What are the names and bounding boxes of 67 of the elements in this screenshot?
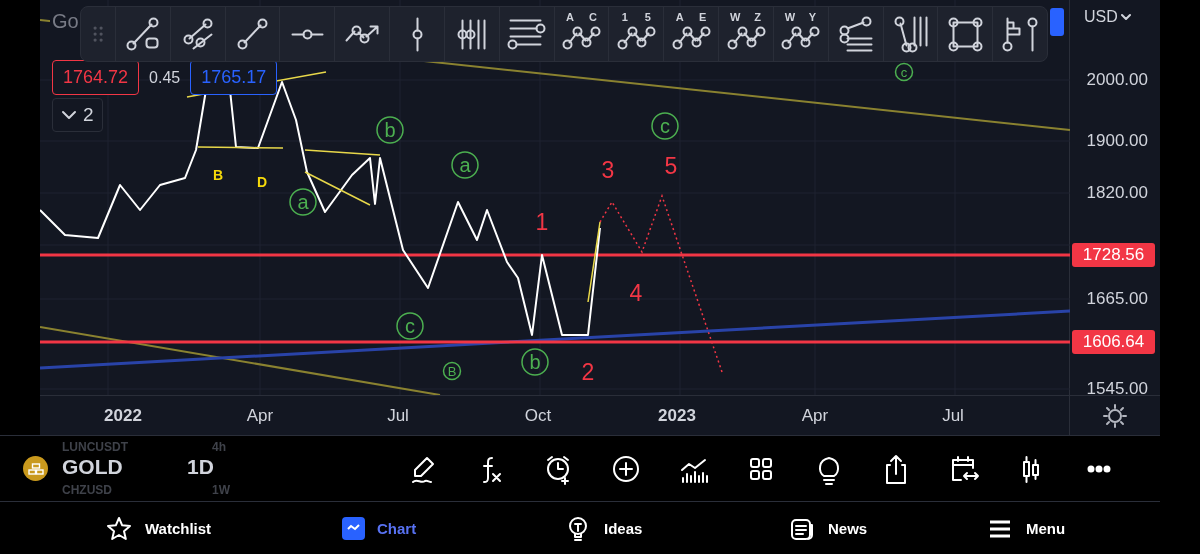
settings-icon[interactable] (1102, 402, 1128, 429)
trend-line-icon (125, 16, 161, 52)
time-label: Jul (387, 405, 409, 426)
price-label: 1900.00 (1086, 131, 1148, 151)
wave-label: 3 (601, 157, 615, 183)
wave-label: 5 (664, 153, 678, 179)
time-label: 2023 (658, 405, 696, 426)
wave-label: 2 (581, 359, 595, 385)
indicators-toggle[interactable]: 2 (52, 98, 103, 132)
time-label: Apr (246, 405, 274, 426)
spread-value: 0.45 (149, 68, 181, 87)
horizontal-line-icon (289, 27, 325, 41)
rectangle-icon (946, 15, 984, 53)
price-label: 1665.00 (1086, 289, 1148, 309)
wave-icon (561, 25, 603, 51)
symbol-option[interactable]: GOLD 1D (23, 456, 272, 481)
wave-label: c (651, 112, 679, 140)
star-icon (105, 514, 133, 543)
vertical-lines-icon (456, 17, 488, 51)
horizontal-lines-icon (506, 17, 548, 51)
vertical-line-icon (410, 15, 424, 53)
fib-lines-icon (837, 15, 874, 53)
nav-tab[interactable]: Chart (342, 517, 564, 540)
nav-tab[interactable]: News (788, 514, 986, 543)
wave-label: D (256, 174, 268, 190)
time-label: Apr (801, 405, 829, 426)
wave-label: 1 (535, 209, 549, 235)
ray-line-icon (236, 17, 270, 51)
path-arrow-icon (344, 23, 381, 45)
nav-tab[interactable]: Watchlist (105, 514, 342, 543)
price-tag: 1728.56 (1072, 243, 1155, 267)
buy-price-button[interactable]: 1765.17 (190, 60, 278, 95)
price-label: 1820.00 (1086, 183, 1148, 203)
wave-label: b (376, 116, 404, 144)
chevron-icon (61, 110, 77, 120)
wave-icon (615, 25, 657, 51)
wave-label: 4 (629, 280, 643, 306)
wave-label: B (212, 167, 224, 183)
cycle-lines-icon (892, 14, 929, 54)
chart-icon (342, 517, 365, 540)
sell-price-button[interactable]: 1764.72 (52, 60, 140, 95)
wave-tool[interactable]: W Z (718, 7, 773, 61)
wave-icon (725, 25, 767, 51)
wave-label: a (289, 188, 317, 216)
price-label: 2000.00 (1086, 70, 1148, 90)
wave-tool[interactable]: A C (553, 7, 609, 61)
price-label: 1545.00 (1086, 379, 1148, 399)
wave-tool[interactable]: W Y (772, 7, 828, 61)
nav-tab[interactable]: Menu (986, 514, 1186, 543)
time-label: 2022 (104, 405, 142, 426)
wave-label: a (451, 151, 479, 179)
price-tag: 1606.64 (1072, 330, 1155, 354)
parallel-lines-icon (181, 17, 214, 51)
wave-label: c (396, 312, 424, 340)
time-label: Jul (942, 405, 964, 426)
currency-selector[interactable]: USD (1084, 8, 1131, 26)
wave-label: c (894, 62, 914, 82)
wave-tool[interactable]: 1 5 (608, 7, 664, 61)
wave-icon (670, 25, 712, 51)
wave-icon (780, 25, 822, 51)
wave-tool[interactable]: A E (663, 7, 719, 61)
coin-icon (23, 456, 48, 481)
wave-label: b (521, 348, 549, 376)
time-label: Oct (524, 405, 552, 426)
chevron-icon (1120, 13, 1131, 21)
nav-tab[interactable]: Ideas (564, 514, 788, 543)
wave-label: B (442, 361, 462, 381)
